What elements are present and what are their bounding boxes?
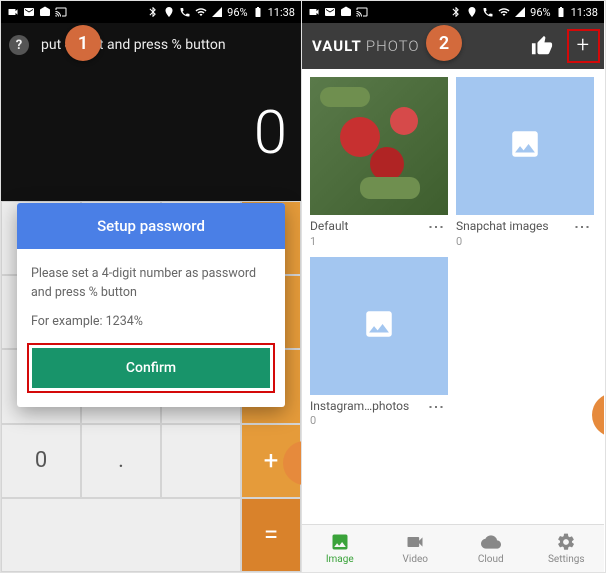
- help-icon[interactable]: ?: [9, 35, 29, 55]
- add-icon[interactable]: +: [577, 33, 590, 58]
- album-count: 0: [456, 235, 571, 249]
- phone-icon: [482, 6, 494, 18]
- album-name: Snapchat images: [456, 219, 571, 235]
- location-icon: [163, 6, 175, 18]
- key-blank[interactable]: [161, 424, 241, 498]
- status-bar: 96% 11:38: [1, 1, 301, 23]
- picture-icon: [508, 127, 542, 165]
- confirm-highlight: Confirm: [27, 343, 275, 393]
- album-name: Default: [310, 219, 425, 235]
- dialog-example: For example: 1234%: [31, 313, 271, 332]
- key-spacer: [1, 498, 241, 572]
- album-thumb[interactable]: [310, 257, 448, 395]
- album-instagram[interactable]: Instagram…photos 0 ⋮: [310, 257, 448, 429]
- nav-image[interactable]: Image: [302, 525, 378, 572]
- dialog-title: Setup password: [17, 203, 285, 249]
- phone-icon: [179, 6, 191, 18]
- screenshot-step-1: 96% 11:38 ? put 4-digit and press % butt…: [1, 1, 302, 572]
- location-icon: [466, 6, 478, 18]
- mail-icon: [324, 6, 336, 18]
- wifi-icon: [195, 6, 207, 18]
- nav-label: Settings: [548, 554, 585, 565]
- status-bar: 96% 11:38: [302, 1, 604, 23]
- camera-icon: [308, 6, 320, 18]
- album-count: 1: [310, 235, 425, 249]
- album-grid: Default 1 ⋮ Snapchat images 0 ⋮: [302, 69, 604, 524]
- image-icon: [330, 532, 350, 552]
- camera-icon: [7, 6, 19, 18]
- nav-label: Cloud: [478, 554, 504, 565]
- screenshot-step-2: 96% 11:38 VAULT PHOTO +: [302, 1, 604, 572]
- clock-time: 11:38: [571, 6, 598, 19]
- dialog-body-text: Please set a 4-digit number as password …: [31, 265, 271, 303]
- nav-label: Image: [326, 554, 354, 565]
- album-thumb[interactable]: [310, 77, 448, 215]
- setup-password-dialog: Setup password Please set a 4-digit numb…: [17, 203, 285, 407]
- video-icon: [405, 532, 425, 552]
- album-count: 0: [310, 414, 425, 428]
- battery-pct: 96%: [530, 6, 550, 19]
- picture-icon: [362, 307, 396, 345]
- envelope-icon: [340, 6, 352, 18]
- nav-settings[interactable]: Settings: [529, 525, 605, 572]
- more-icon[interactable]: ⋮: [425, 219, 448, 233]
- envelope-icon: [39, 6, 51, 18]
- key-dot[interactable]: .: [81, 424, 161, 498]
- confirm-button[interactable]: Confirm: [32, 348, 270, 388]
- app-title-bold: VAULT: [312, 37, 362, 55]
- gear-icon: [556, 532, 576, 552]
- battery-pct: 96%: [227, 6, 247, 19]
- more-icon[interactable]: ⋮: [571, 219, 594, 233]
- wifi-icon: [498, 6, 510, 18]
- more-icon[interactable]: ⋮: [425, 399, 448, 413]
- cast-icon: [55, 6, 67, 18]
- bluetooth-icon: [450, 6, 462, 18]
- nav-video[interactable]: Video: [378, 525, 454, 572]
- bluetooth-icon: [147, 6, 159, 18]
- signal-icon: [514, 6, 526, 18]
- step-badge-1: 1: [65, 25, 101, 61]
- key-0[interactable]: 0: [1, 424, 81, 498]
- nav-cloud[interactable]: Cloud: [453, 525, 529, 572]
- album-snapchat[interactable]: Snapchat images 0 ⋮: [456, 77, 594, 249]
- add-highlight: +: [567, 29, 600, 63]
- calculator-display: 0: [1, 67, 301, 168]
- battery-icon: [555, 6, 567, 18]
- calculator-display-area: ? put 4-digit and press % button 0: [1, 23, 301, 201]
- album-name: Instagram…photos: [310, 399, 425, 415]
- signal-icon: [211, 6, 223, 18]
- album-thumb[interactable]: [456, 77, 594, 215]
- battery-icon: [252, 6, 264, 18]
- clock-time: 11:38: [268, 6, 295, 19]
- album-default[interactable]: Default 1 ⋮: [310, 77, 448, 249]
- app-title-light: PHOTO: [366, 37, 420, 55]
- step-badge-2: 2: [426, 25, 462, 61]
- cast-icon: [356, 6, 368, 18]
- nav-label: Video: [403, 554, 428, 565]
- key-equals[interactable]: =: [241, 498, 301, 572]
- mail-icon: [23, 6, 35, 18]
- thumbs-up-icon[interactable]: [531, 35, 553, 57]
- bottom-nav: Image Video Cloud Settings: [302, 524, 604, 572]
- cloud-icon: [481, 532, 501, 552]
